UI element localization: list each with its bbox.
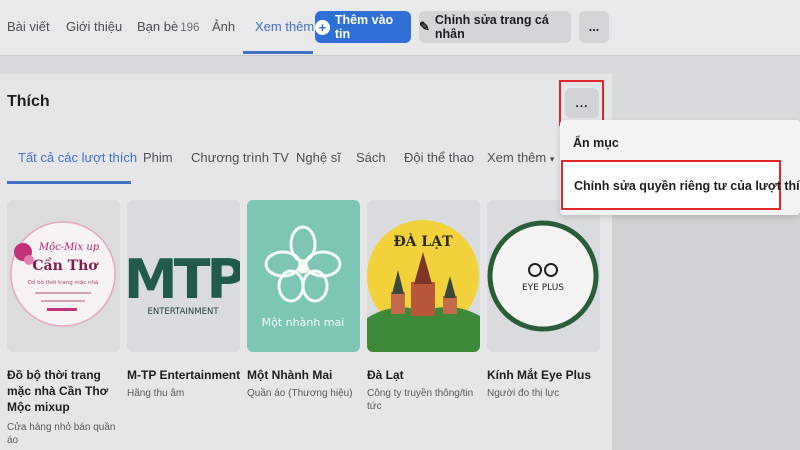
eye-plus-logo: EYE PLUS — [487, 220, 599, 332]
active-tab-indicator — [243, 51, 313, 54]
moc-mixup-logo-text: Mộc-Mix up — [38, 242, 100, 253]
eye-plus-logo-text: EYE PLUS — [522, 283, 564, 293]
tab-photos[interactable]: Ảnh — [212, 19, 235, 34]
right-dim-panel — [612, 215, 800, 450]
page-category-eye-plus: Người đo thị lực — [487, 388, 560, 399]
edit-likes-privacy-label: Chỉnh sửa quyền riêng tư của lượt thích — [574, 179, 800, 193]
mtp-logo: MTP ENTERTAINMENT — [127, 248, 240, 317]
edit-profile-button[interactable]: ✎ Chỉnh sửa trang cá nhân — [419, 11, 571, 43]
filter-tab-all-likes[interactable]: Tất cả các lượt thích — [18, 150, 137, 165]
add-to-story-button[interactable]: + Thêm vào tin — [315, 11, 411, 43]
mot-nhanh-mai-logo-text: Một nhành mai — [262, 316, 345, 329]
friends-count: 196 — [180, 22, 200, 34]
moc-mixup-logo-city: Cần Thơ — [32, 257, 99, 274]
profile-more-button[interactable]: ... — [579, 11, 609, 43]
hide-section-item[interactable]: Ẩn mục — [573, 136, 619, 150]
page-tile-da-lat[interactable]: ĐÀ LẠT — [367, 200, 480, 352]
filter-tab-sports-teams[interactable]: Đội thể thao — [404, 150, 474, 165]
moc-mixup-logo-tag: Đồ bộ thời trang mặc nhà — [28, 278, 99, 286]
page-category-mot-nhanh-mai: Quần áo (Thương hiệu) — [247, 388, 353, 399]
mot-nhanh-mai-logo: Một nhành mai — [262, 225, 345, 329]
page-category-mtp-entertainment: Hãng thu âm — [127, 388, 185, 399]
mtp-logo-subtext: ENTERTAINMENT — [147, 307, 219, 317]
da-lat-logo-text: ĐÀ LẠT — [393, 232, 453, 250]
page-category-moc-mixup: Cửa hàng nhỏ bán quần áo — [7, 422, 116, 446]
plus-icon: + — [315, 19, 330, 35]
page-name-da-lat[interactable]: Đà Lạt — [367, 367, 485, 383]
page-category-da-lat: Công ty truyền thông/tin tức — [367, 388, 474, 412]
more-dots-icon: ... — [588, 20, 600, 34]
edit-profile-label: Chỉnh sửa trang cá nhân — [434, 13, 549, 41]
page-tile-eye-plus[interactable]: EYE PLUS — [487, 200, 600, 352]
add-to-story-label: Thêm vào tin — [334, 13, 394, 41]
profile-nav: Bài viết Giới thiệu Bạn bè 196 Ảnh Xem th… — [0, 0, 800, 56]
page-name-mtp-entertainment[interactable]: M-TP Entertainment — [127, 367, 245, 383]
page-name-mot-nhanh-mai[interactable]: Một Nhành Mai — [247, 367, 365, 383]
page-tile-mtp-entertainment[interactable]: MTP ENTERTAINMENT — [127, 200, 240, 352]
mtp-logo-text: MTP — [127, 248, 240, 311]
pencil-icon: ✎ — [419, 19, 430, 34]
edit-likes-privacy-item[interactable]: Chỉnh sửa quyền riêng tư của lượt thích — [561, 160, 800, 210]
moc-mixup-logo: Mộc-Mix up Cần Thơ Đồ bộ thời trang mặc … — [10, 221, 116, 327]
tab-about[interactable]: Giới thiệu — [66, 19, 122, 34]
filter-tab-books[interactable]: Sách — [356, 150, 386, 165]
likes-title: Thích — [7, 93, 50, 110]
page-tile-moc-mixup[interactable]: Mộc-Mix up Cần Thơ Đồ bộ thời trang mặc … — [7, 200, 120, 352]
filter-tab-tv-shows[interactable]: Chương trình TV — [191, 150, 289, 165]
filter-tab-see-more[interactable]: Xem thêm ▾ — [487, 150, 554, 165]
page-tile-mot-nhanh-mai[interactable]: Một nhành mai — [247, 200, 360, 352]
filter-tab-movies[interactable]: Phim — [143, 150, 173, 165]
tab-more[interactable]: Xem thêm — [255, 19, 314, 34]
active-filter-indicator — [7, 181, 131, 184]
caret-down-icon: ▾ — [549, 154, 555, 164]
tab-posts[interactable]: Bài viết — [7, 19, 50, 34]
tab-friends-label: Bạn bè — [137, 19, 179, 34]
page-name-moc-mixup[interactable]: Đồ bộ thời trang mặc nhà Cần Thơ Mộc mix… — [7, 367, 125, 415]
page-name-eye-plus[interactable]: Kính Mắt Eye Plus — [487, 367, 605, 383]
filter-tab-artists[interactable]: Nghệ sĩ — [296, 150, 341, 165]
da-lat-logo: ĐÀ LẠT — [367, 220, 480, 352]
filter-tab-see-more-label: Xem thêm — [487, 150, 547, 165]
tab-friends[interactable]: Bạn bè 196 — [137, 19, 199, 34]
